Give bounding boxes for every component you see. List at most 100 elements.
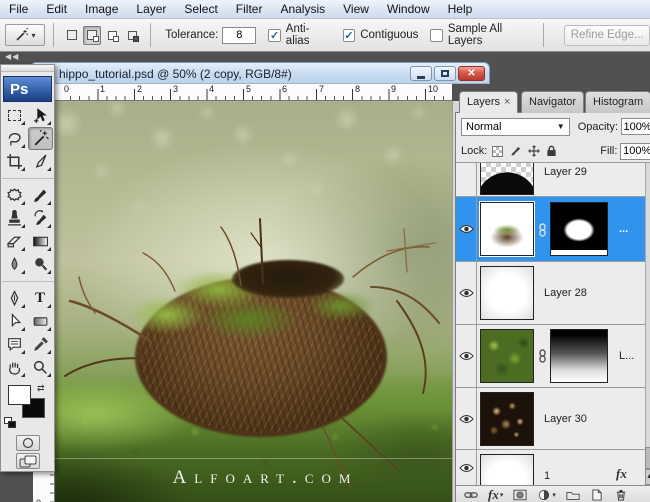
layer-name[interactable]: ...: [619, 223, 628, 235]
blend-mode-dropdown[interactable]: Normal ▼: [461, 117, 570, 136]
layer-row-moss[interactable]: L...: [456, 325, 650, 388]
layer-row-selected[interactable]: ...: [456, 197, 650, 262]
menu-edit[interactable]: Edit: [37, 0, 76, 19]
sample-all-layers-checkbox[interactable]: ✓: [430, 28, 443, 42]
layer-mask-thumbnail[interactable]: [550, 202, 608, 256]
layer-style-button[interactable]: fx ▾: [488, 487, 503, 502]
add-to-selection-button[interactable]: [83, 25, 102, 45]
layer-thumbnail[interactable]: [480, 266, 534, 320]
layer-row-layer29[interactable]: Layer 29: [456, 163, 650, 197]
intersect-selection-button[interactable]: [123, 26, 141, 45]
lock-pixels-button[interactable]: [509, 145, 522, 158]
notes-tool[interactable]: [2, 333, 27, 356]
document-title-bar[interactable]: hippo_tutorial.psd @ 50% (2 copy, RGB/8#…: [30, 62, 490, 84]
brush-tool[interactable]: [28, 184, 53, 207]
toolbox-collapse-button[interactable]: ◀◀: [0, 52, 55, 64]
crop-tool[interactable]: [2, 150, 27, 173]
magic-wand-tool[interactable]: [27, 127, 53, 150]
menu-analysis[interactable]: Analysis: [271, 0, 334, 19]
layer-thumbnail[interactable]: [480, 329, 534, 383]
visibility-toggle[interactable]: [456, 163, 477, 196]
tool-preset-picker[interactable]: ▾: [5, 24, 46, 46]
layer-row-layer28[interactable]: Layer 28: [456, 262, 650, 325]
zoom-tool[interactable]: [28, 356, 53, 379]
menu-file[interactable]: File: [0, 0, 37, 19]
adjustment-layer-button[interactable]: ▾: [537, 489, 556, 501]
layer-name[interactable]: Layer 30: [544, 413, 587, 425]
pen-tool[interactable]: [2, 287, 27, 310]
layer-name[interactable]: Layer 28: [544, 287, 587, 299]
tolerance-input[interactable]: [222, 26, 257, 44]
layer-thumbnail[interactable]: [480, 163, 534, 195]
subtract-from-selection-button[interactable]: [103, 26, 121, 45]
new-selection-button[interactable]: [63, 26, 81, 45]
layer-fx-badge[interactable]: fx: [616, 466, 627, 482]
new-group-button[interactable]: [566, 489, 580, 501]
move-tool[interactable]: [28, 104, 53, 127]
rectangular-marquee-tool[interactable]: [2, 104, 27, 127]
layer-name[interactable]: Layer 29: [544, 166, 587, 178]
lock-all-button[interactable]: [545, 145, 558, 158]
tab-close-icon[interactable]: ×: [504, 96, 510, 108]
visibility-toggle[interactable]: [456, 197, 477, 261]
link-layers-button[interactable]: [464, 489, 478, 501]
menu-select[interactable]: Select: [175, 0, 226, 19]
dodge-tool[interactable]: [28, 253, 53, 276]
screen-mode-button[interactable]: [15, 453, 40, 469]
refine-edge-button[interactable]: Refine Edge...: [564, 24, 650, 46]
eyedropper-tool[interactable]: [28, 333, 53, 356]
layer-row-1[interactable]: 1 fx: [456, 450, 650, 485]
contiguous-checkbox[interactable]: ✓: [342, 28, 356, 42]
tab-navigator[interactable]: Navigator: [521, 91, 585, 113]
lock-transparency-button[interactable]: [491, 145, 504, 158]
swap-colors-icon[interactable]: ⇄: [37, 383, 45, 394]
delete-layer-button[interactable]: [614, 489, 628, 501]
scroll-up-button[interactable]: ▲: [645, 469, 650, 485]
menu-help[interactable]: Help: [439, 0, 482, 19]
anti-alias-checkbox[interactable]: ✓: [268, 28, 281, 42]
blur-tool[interactable]: [2, 253, 27, 276]
layers-scrollbar[interactable]: [645, 163, 650, 485]
layer-row-layer30[interactable]: Layer 30: [456, 388, 650, 450]
path-selection-tool[interactable]: [2, 310, 27, 333]
tab-layers[interactable]: Layers ×: [459, 91, 519, 113]
add-layer-mask-button[interactable]: [513, 489, 527, 501]
lasso-tool[interactable]: [2, 127, 27, 150]
close-button[interactable]: ✕: [458, 66, 485, 81]
layer-thumbnail[interactable]: [480, 202, 534, 256]
healing-brush-tool[interactable]: [2, 184, 27, 207]
visibility-toggle[interactable]: [456, 262, 477, 324]
layers-scrollbar-thumb[interactable]: [645, 447, 650, 469]
menu-image[interactable]: Image: [76, 0, 127, 19]
layer-thumbnail[interactable]: [480, 454, 534, 485]
type-tool[interactable]: T: [28, 287, 53, 310]
layer-name[interactable]: L...: [619, 350, 634, 362]
gradient-tool[interactable]: [28, 230, 53, 253]
visibility-toggle[interactable]: [456, 450, 477, 485]
menu-filter[interactable]: Filter: [227, 0, 272, 19]
visibility-toggle[interactable]: [456, 325, 477, 387]
menu-view[interactable]: View: [334, 0, 378, 19]
new-layer-button[interactable]: [590, 488, 604, 501]
minimize-button[interactable]: [410, 66, 432, 81]
hand-tool[interactable]: [2, 356, 27, 379]
lock-position-button[interactable]: [527, 145, 540, 158]
menu-window[interactable]: Window: [378, 0, 439, 19]
quick-mask-button[interactable]: [15, 435, 40, 451]
layer-mask-thumbnail[interactable]: [550, 329, 608, 383]
layer-thumbnail[interactable]: [480, 392, 534, 446]
opacity-value[interactable]: 100%: [621, 118, 650, 135]
slice-tool[interactable]: [28, 150, 53, 173]
visibility-toggle[interactable]: [456, 388, 477, 449]
foreground-color-swatch[interactable]: [8, 385, 31, 405]
shape-tool[interactable]: [28, 310, 53, 333]
clone-stamp-tool[interactable]: [2, 207, 27, 230]
fill-value[interactable]: 100%: [620, 142, 650, 160]
canvas-image[interactable]: Alfoart.com: [55, 101, 452, 502]
tab-histogram[interactable]: Histogram: [585, 91, 650, 113]
toolbox-grip[interactable]: [1, 65, 54, 72]
history-brush-tool[interactable]: [28, 207, 53, 230]
layer-name[interactable]: 1: [544, 470, 550, 482]
maximize-button[interactable]: [434, 66, 456, 81]
default-colors-icon[interactable]: [4, 417, 17, 429]
